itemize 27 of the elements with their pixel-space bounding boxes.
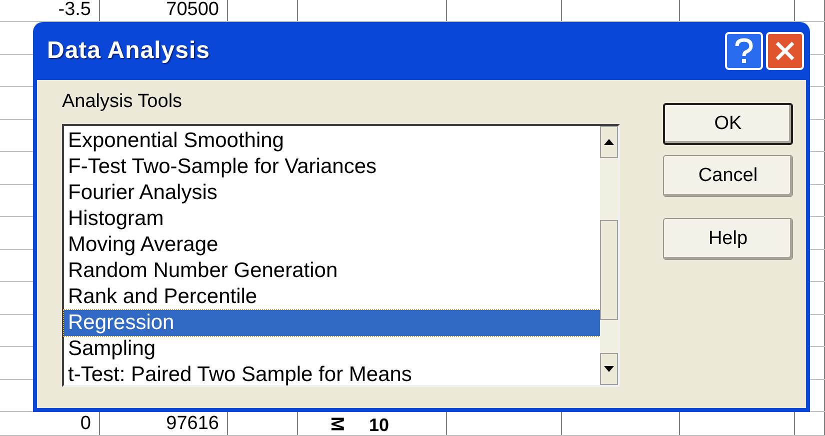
list-item[interactable]: Sampling <box>64 336 600 362</box>
cell-text: M <box>328 416 346 432</box>
scroll-down-icon[interactable] <box>600 353 618 385</box>
cell-text: 70500 <box>166 0 219 19</box>
cell-text: 0 <box>80 414 91 433</box>
list-item[interactable]: Exponential Smoothing <box>64 128 600 154</box>
list-item[interactable]: Random Number Generation <box>64 258 600 284</box>
dialog-button[interactable]: Help <box>663 218 793 260</box>
window-title: Data Analysis <box>47 36 212 66</box>
list-item[interactable]: t-Test: Paired Two Sample for Means <box>64 362 600 388</box>
scroll-up-icon[interactable] <box>600 126 618 158</box>
list-item[interactable]: F-Test Two-Sample for Variances <box>64 154 600 180</box>
list-item[interactable]: Regression <box>64 310 600 336</box>
scroll-thumb[interactable] <box>600 220 618 320</box>
list-item[interactable]: Histogram <box>64 206 600 232</box>
cell-text: 10 <box>369 416 390 434</box>
close-icon[interactable] <box>766 32 804 70</box>
list-item[interactable]: Fourier Analysis <box>64 180 600 206</box>
list-label: Analysis Tools <box>62 90 184 114</box>
default-button[interactable]: OK <box>663 103 793 145</box>
dialog-button[interactable]: Cancel <box>663 155 793 197</box>
scrollbar[interactable] <box>600 126 618 385</box>
help-icon[interactable] <box>725 32 763 70</box>
cell-text: 97616 <box>166 414 219 433</box>
list-item[interactable]: Moving Average <box>64 232 600 258</box>
list-item[interactable]: Rank and Percentile <box>64 284 600 310</box>
cell-text: -3.5 <box>58 0 91 19</box>
